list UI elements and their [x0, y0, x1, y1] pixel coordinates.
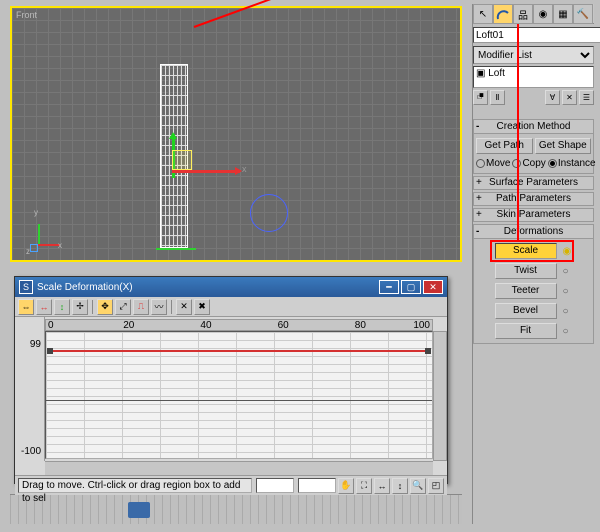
- deformations-rollout: -Deformations Scale Twist Teeter Bevel F…: [473, 224, 594, 344]
- front-viewport[interactable]: Front x y x z: [10, 6, 462, 262]
- gizmo-x-label: x: [242, 164, 247, 174]
- scale-point-icon[interactable]: ⤢: [115, 299, 131, 315]
- creation-method-header[interactable]: -Creation Method: [474, 120, 593, 134]
- transform-gizmo[interactable]: x: [172, 134, 252, 214]
- fit-deform-button[interactable]: Fit: [495, 323, 557, 339]
- insert-bezier-icon[interactable]: 〰: [151, 299, 167, 315]
- loft-base-marker: [156, 248, 196, 250]
- minimize-button[interactable]: ━: [379, 280, 399, 294]
- scale-window-titlebar[interactable]: S Scale Deformation(X) ━ ▢ ✕: [15, 277, 447, 297]
- deformations-header[interactable]: -Deformations: [474, 225, 593, 239]
- xy-axis-icon[interactable]: ✢: [72, 299, 88, 315]
- scale-deformation-window[interactable]: S Scale Deformation(X) ━ ▢ ✕ ⇔ ↔ ↕ ✢ ✥ ⤢…: [14, 276, 448, 484]
- pan-graph-icon[interactable]: ✋: [338, 478, 354, 494]
- teeter-deform-button[interactable]: Teeter: [495, 283, 557, 299]
- scale-enable-toggle[interactable]: [563, 246, 573, 256]
- creation-method-rollout: -Creation Method Get Path Get Shape Move…: [473, 119, 594, 174]
- maximize-button[interactable]: ▢: [401, 280, 421, 294]
- get-path-button[interactable]: Get Path: [476, 138, 533, 154]
- remove-modifier-icon[interactable]: ✕: [562, 90, 577, 105]
- instance-radio[interactable]: [548, 159, 557, 168]
- point-y-field[interactable]: [298, 478, 336, 493]
- object-name-field[interactable]: [473, 27, 600, 43]
- point-x-field[interactable]: [256, 478, 294, 493]
- modifier-stack[interactable]: ▣ Loft: [473, 66, 594, 88]
- zoom-ext-icon[interactable]: ⛶: [356, 478, 372, 494]
- skin-parameters-rollout[interactable]: +Skin Parameters: [473, 208, 594, 222]
- y-axis-icon[interactable]: ↕: [54, 299, 70, 315]
- zoom-region-icon[interactable]: ◰: [428, 478, 444, 494]
- configure-sets-icon[interactable]: ☰: [579, 90, 594, 105]
- bevel-deform-button[interactable]: Bevel: [495, 303, 557, 319]
- delete-point-icon[interactable]: ✕: [176, 299, 192, 315]
- show-end-result-icon[interactable]: Ⅱ: [490, 90, 505, 105]
- make-unique-icon[interactable]: ∀: [545, 90, 560, 105]
- bevel-enable-toggle[interactable]: [563, 306, 573, 316]
- modifier-list-dropdown[interactable]: Modifier List: [473, 46, 594, 64]
- utilities-tab-icon[interactable]: 🔨: [573, 4, 593, 24]
- viewport-label: Front: [16, 10, 37, 20]
- time-trackbar[interactable]: [10, 494, 462, 524]
- scale-curve[interactable]: [50, 350, 428, 352]
- graph-h-scrollbar[interactable]: [45, 461, 433, 475]
- reset-curve-icon[interactable]: ✖: [194, 299, 210, 315]
- scale-window-statusbar: Drag to move. Ctrl-click or drag region …: [15, 475, 447, 495]
- zoom-v-ext-icon[interactable]: ↕: [392, 478, 408, 494]
- viewport-axis-tripod: y x z: [36, 216, 66, 246]
- graph-y-labels: 99 -100: [15, 317, 45, 461]
- hierarchy-tab-icon[interactable]: 品: [513, 4, 533, 24]
- command-panel: ↖ 品 ◉ ▦ 🔨 Modifier List ▣ Loft ⮻ Ⅱ ∀ ✕ ☰…: [472, 4, 594, 524]
- scale-window-icon: S: [19, 280, 33, 294]
- stack-item-loft[interactable]: ▣ Loft: [476, 68, 591, 79]
- surface-parameters-rollout[interactable]: +Surface Parameters: [473, 176, 594, 190]
- deformation-graph[interactable]: [45, 331, 433, 459]
- gizmo-x-axis[interactable]: [172, 170, 240, 173]
- zoom-icon[interactable]: 🔍: [410, 478, 426, 494]
- zoom-h-ext-icon[interactable]: ↔: [374, 478, 390, 494]
- display-tab-icon[interactable]: ▦: [553, 4, 573, 24]
- graph-zero-axis: [46, 400, 432, 401]
- motion-tab-icon[interactable]: ◉: [533, 4, 553, 24]
- close-button[interactable]: ✕: [423, 280, 443, 294]
- path-parameters-rollout[interactable]: +Path Parameters: [473, 192, 594, 206]
- symmetry-toggle-icon[interactable]: ⇔: [18, 299, 34, 315]
- copy-radio[interactable]: [512, 159, 521, 168]
- fit-enable-toggle[interactable]: [563, 326, 573, 336]
- twist-enable-toggle[interactable]: [563, 266, 573, 276]
- pin-stack-icon[interactable]: ⮻: [473, 90, 488, 105]
- insert-corner-icon[interactable]: ⎍: [133, 299, 149, 315]
- scale-window-title: Scale Deformation(X): [37, 282, 133, 293]
- modifier-stack-toolbar: ⮻ Ⅱ ∀ ✕ ☰: [473, 90, 594, 105]
- command-panel-tabs: ↖ 品 ◉ ▦ 🔨: [473, 4, 594, 24]
- shape-circle-helper[interactable]: [250, 194, 288, 232]
- get-shape-button[interactable]: Get Shape: [535, 138, 592, 154]
- create-tab-icon[interactable]: ↖: [473, 4, 493, 24]
- graph-v-scrollbar[interactable]: [433, 331, 447, 461]
- x-axis-icon[interactable]: ↔: [36, 299, 52, 315]
- deformation-graph-area: 0 20 40 60 80 100 99 -100: [15, 317, 447, 461]
- scale-deform-button[interactable]: Scale: [495, 243, 557, 259]
- teeter-enable-toggle[interactable]: [563, 286, 573, 296]
- move-point-icon[interactable]: ✥: [97, 299, 113, 315]
- status-text: Drag to move. Ctrl-click or drag region …: [18, 478, 252, 493]
- time-slider[interactable]: [128, 502, 150, 518]
- move-radio[interactable]: [476, 159, 485, 168]
- scale-window-toolbar: ⇔ ↔ ↕ ✢ ✥ ⤢ ⎍ 〰 ✕ ✖: [15, 297, 447, 317]
- modify-tab-icon[interactable]: [493, 4, 513, 24]
- graph-x-ruler: 0 20 40 60 80 100: [45, 319, 433, 331]
- twist-deform-button[interactable]: Twist: [495, 263, 557, 279]
- gizmo-xy-plane[interactable]: [172, 150, 192, 170]
